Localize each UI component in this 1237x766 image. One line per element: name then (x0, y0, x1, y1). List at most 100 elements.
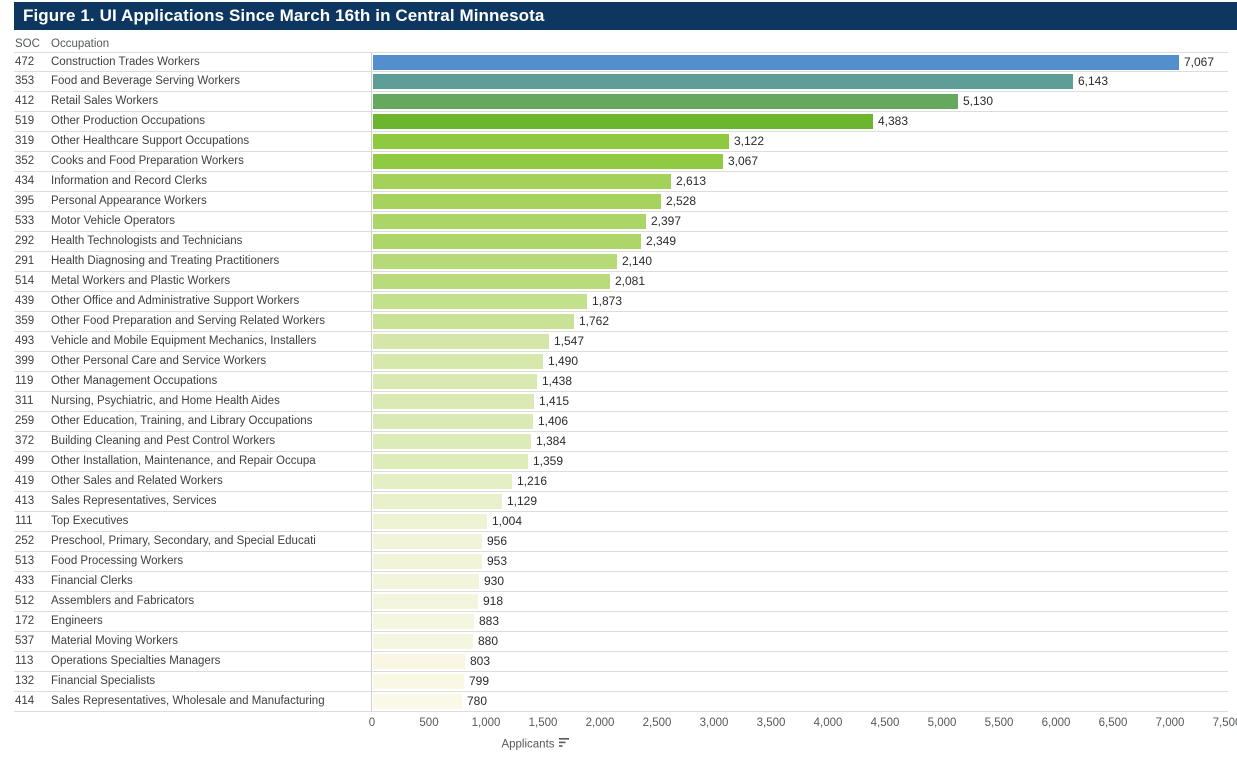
bar[interactable] (373, 474, 512, 489)
bar[interactable] (373, 394, 534, 409)
bar[interactable] (373, 634, 473, 649)
plot-cell: 1,359 (371, 452, 1228, 471)
bar[interactable] (373, 55, 1179, 70)
table-row[interactable]: 519 Other Production Occupations 4,383 (14, 112, 1228, 132)
plot-cell: 1,406 (371, 412, 1228, 431)
table-row[interactable]: 252 Preschool, Primary, Secondary, and Sp… (14, 532, 1228, 552)
bar[interactable] (373, 154, 723, 169)
table-row[interactable]: 414 Sales Representatives, Wholesale and … (14, 692, 1228, 712)
table-row[interactable]: 513 Food Processing Workers 953 (14, 552, 1228, 572)
plot-cell: 5,130 (371, 92, 1228, 111)
table-row[interactable]: 493 Vehicle and Mobile Equipment Mechanic… (14, 332, 1228, 352)
plot-cell: 953 (371, 552, 1228, 571)
table-row[interactable]: 352 Cooks and Food Preparation Workers 3,0… (14, 152, 1228, 172)
occupation-label: Other Personal Care and Service Workers (51, 355, 267, 367)
bar[interactable] (373, 354, 543, 369)
bar[interactable] (373, 214, 646, 229)
table-row[interactable]: 439 Other Office and Administrative Suppo… (14, 292, 1228, 312)
soc-code: 537 (15, 635, 35, 647)
x-axis-tick-label: 7,500 (1212, 717, 1237, 729)
occupation-label: Other Education, Training, and Library O… (51, 415, 313, 427)
bar-value-label: 953 (487, 554, 508, 568)
table-row[interactable]: 512 Assemblers and Fabricators 918 (14, 592, 1228, 612)
bar[interactable] (373, 254, 617, 269)
x-axis-title-label: Applicants (501, 738, 555, 751)
bar[interactable] (373, 414, 533, 429)
bar[interactable] (373, 74, 1073, 89)
table-row[interactable]: 434 Information and Record Clerks 2,613 (14, 172, 1228, 192)
soc-code: 372 (15, 435, 35, 447)
bar[interactable] (373, 674, 464, 689)
table-row[interactable]: 319 Other Healthcare Support Occupations 3… (14, 132, 1228, 152)
bar[interactable] (373, 194, 661, 209)
bar[interactable] (373, 534, 482, 549)
table-row[interactable]: 311 Nursing, Psychiatric, and Home Health… (14, 392, 1228, 412)
table-row[interactable]: 419 Other Sales and Related Workers 1,216 (14, 472, 1228, 492)
table-row[interactable]: 533 Motor Vehicle Operators 2,397 (14, 212, 1228, 232)
occupation-label: Health Technologists and Technicians (51, 235, 243, 247)
sort-descending-icon[interactable] (558, 738, 569, 750)
table-row[interactable]: 113 Operations Specialties Managers 803 (14, 652, 1228, 672)
table-row[interactable]: 514 Metal Workers and Plastic Workers 2,08… (14, 272, 1228, 292)
bar[interactable] (373, 234, 641, 249)
table-row[interactable]: 412 Retail Sales Workers 5,130 (14, 92, 1228, 112)
table-row[interactable]: 119 Other Management Occupations 1,438 (14, 372, 1228, 392)
soc-code: 472 (15, 56, 35, 68)
bar[interactable] (373, 94, 958, 109)
table-row[interactable]: 472 Construction Trades Workers 7,067 (14, 52, 1228, 72)
bar[interactable] (373, 574, 479, 589)
bar[interactable] (373, 134, 729, 149)
bar[interactable] (373, 114, 873, 129)
occupation-label: Financial Specialists (51, 675, 156, 687)
bar[interactable] (373, 294, 587, 309)
bar[interactable] (373, 654, 465, 669)
bar-value-label: 2,613 (676, 174, 707, 188)
x-axis-tick-label: 4,500 (870, 717, 900, 729)
bar-value-label: 2,397 (651, 214, 682, 228)
soc-code: 353 (15, 75, 35, 87)
plot-cell: 1,216 (371, 472, 1228, 491)
table-row[interactable]: 291 Health Diagnosing and Treating Practi… (14, 252, 1228, 272)
bar[interactable] (373, 594, 478, 609)
table-row[interactable]: 499 Other Installation, Maintenance, and … (14, 452, 1228, 472)
occupation-label: Operations Specialties Managers (51, 655, 221, 667)
plot-cell: 2,397 (371, 212, 1228, 231)
table-row[interactable]: 433 Financial Clerks 930 (14, 572, 1228, 592)
table-row[interactable]: 399 Other Personal Care and Service Worke… (14, 352, 1228, 372)
bar[interactable] (373, 374, 537, 389)
x-axis-tick-label: 1,000 (471, 717, 501, 729)
occupation-label: Other Sales and Related Workers (51, 475, 223, 487)
bar[interactable] (373, 454, 528, 469)
soc-code: 119 (15, 375, 34, 387)
table-row[interactable]: 359 Other Food Preparation and Serving Re… (14, 312, 1228, 332)
bar[interactable] (373, 694, 462, 709)
table-row[interactable]: 292 Health Technologists and Technicians 2… (14, 232, 1228, 252)
table-row[interactable]: 372 Building Cleaning and Pest Control Wo… (14, 432, 1228, 452)
plot-cell: 2,613 (371, 172, 1228, 191)
figure-title-bar: Figure 1. UI Applications Since March 16… (14, 2, 1237, 30)
bar[interactable] (373, 554, 482, 569)
soc-code: 252 (15, 535, 35, 547)
bar[interactable] (373, 174, 671, 189)
table-row[interactable]: 259 Other Education, Training, and Librar… (14, 412, 1228, 432)
bar[interactable] (373, 314, 574, 329)
table-row[interactable]: 172 Engineers 883 (14, 612, 1228, 632)
bar[interactable] (373, 614, 474, 629)
occupation-label: Metal Workers and Plastic Workers (51, 275, 231, 287)
soc-code: 359 (15, 315, 35, 327)
table-row[interactable]: 413 Sales Representatives, Services 1,129 (14, 492, 1228, 512)
table-row[interactable]: 353 Food and Beverage Serving Workers 6,14… (14, 72, 1228, 92)
bar[interactable] (373, 274, 610, 289)
soc-code: 493 (15, 335, 35, 347)
bar[interactable] (373, 514, 487, 529)
bar[interactable] (373, 434, 531, 449)
table-row[interactable]: 395 Personal Appearance Workers 2,528 (14, 192, 1228, 212)
table-row[interactable]: 537 Material Moving Workers 880 (14, 632, 1228, 652)
bar[interactable] (373, 494, 502, 509)
occupation-label: Other Management Occupations (51, 375, 218, 387)
bar[interactable] (373, 334, 549, 349)
plot-cell: 3,122 (371, 132, 1228, 151)
table-row[interactable]: 111 Top Executives 1,004 (14, 512, 1228, 532)
occupation-label: Building Cleaning and Pest Control Worke… (51, 435, 276, 447)
table-row[interactable]: 132 Financial Specialists 799 (14, 672, 1228, 692)
